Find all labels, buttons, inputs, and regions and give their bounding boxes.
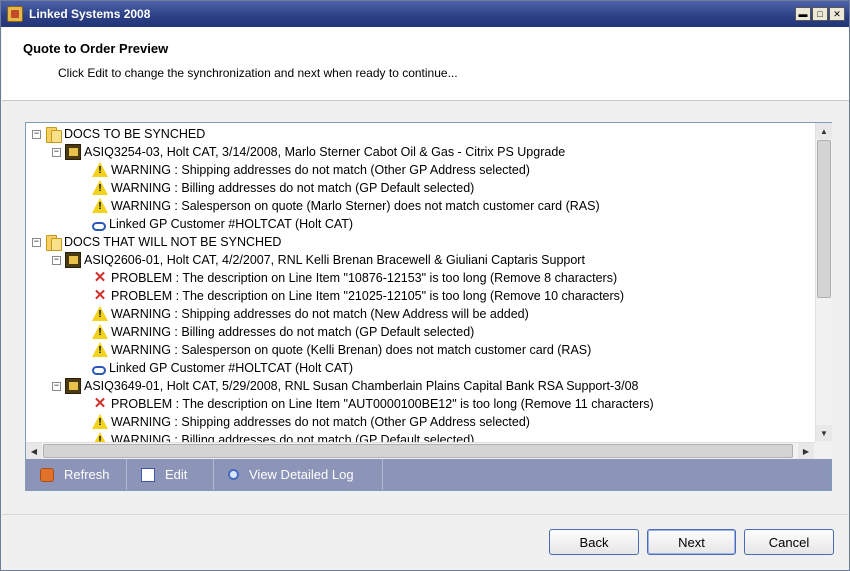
edit-button[interactable]: Edit <box>127 459 214 490</box>
view-log-label: View Detailed Log <box>249 467 354 482</box>
document-icon <box>65 144 81 160</box>
vertical-scroll-thumb[interactable] <box>817 140 831 298</box>
window-controls: ▬ □ ✕ <box>795 7 845 21</box>
warning-icon: ! <box>92 342 108 358</box>
sync-tree[interactable]: − DOCS TO BE SYNCHED − ASIQ3254-03, Holt CA… <box>26 123 815 442</box>
app-window: Linked Systems 2008 ▬ □ ✕ Quote to Order… <box>0 0 850 571</box>
maximize-button[interactable]: □ <box>812 7 828 21</box>
refresh-icon <box>40 467 54 482</box>
tree-node[interactable]: ✕ PROBLEM : The description on Line Item … <box>92 269 617 287</box>
collapse-toggle-icon[interactable]: − <box>52 255 61 265</box>
scroll-right-icon[interactable]: ▶ <box>798 443 814 459</box>
window-title: Linked Systems 2008 <box>29 7 151 21</box>
minimize-button[interactable]: ▬ <box>795 7 811 21</box>
document-icon <box>65 378 81 394</box>
tree-node[interactable]: ✕ PROBLEM : The description on Line Item … <box>92 395 654 413</box>
folder-icon <box>45 234 62 251</box>
scroll-up-icon[interactable]: ▲ <box>816 123 832 139</box>
page-title: Quote to Order Preview <box>23 41 169 56</box>
scrollbar-corner <box>815 442 832 459</box>
tree-node-label: WARNING : Salesperson on quote (Marlo St… <box>111 199 600 213</box>
tree-node[interactable]: ! WARNING : Billing addresses do not matc… <box>92 323 474 341</box>
close-button[interactable]: ✕ <box>829 7 845 21</box>
error-x-icon: ✕ <box>93 287 107 304</box>
tree-node-label: PROBLEM : The description on Line Item "… <box>111 271 618 285</box>
error-x-icon: ✕ <box>93 395 107 412</box>
footer-divider <box>2 514 849 515</box>
tree-node-label: ASIQ2606-01, Holt CAT, 4/2/2007, RNL Kel… <box>84 253 585 267</box>
tree-node[interactable]: ! WARNING : Salesperson on quote (Kelli B… <box>92 341 591 359</box>
back-button[interactable]: Back <box>549 529 639 555</box>
warning-icon: ! <box>92 180 108 196</box>
tree-node-label: DOCS TO BE SYNCHED <box>64 127 206 141</box>
preview-panel: − DOCS TO BE SYNCHED − ASIQ3254-03, Holt CA… <box>25 122 832 491</box>
refresh-button[interactable]: Refresh <box>26 459 127 490</box>
next-button[interactable]: Next <box>647 529 736 555</box>
tree-node[interactable]: Linked GP Customer #HOLTCAT (Holt CAT) <box>92 215 353 233</box>
scroll-left-icon[interactable]: ◀ <box>26 443 42 459</box>
tree-node-label: WARNING : Shipping addresses do not matc… <box>111 415 530 429</box>
tree-node[interactable]: − ASIQ2606-01, Holt CAT, 4/2/2007, RNL Ke… <box>52 251 585 269</box>
page-subtitle: Click Edit to change the synchronization… <box>58 66 458 80</box>
app-icon <box>7 6 23 22</box>
title-bar[interactable]: Linked Systems 2008 ▬ □ ✕ <box>1 1 849 27</box>
tree-node-label: WARNING : Billing addresses do not match… <box>111 325 475 339</box>
tree-node-label: WARNING : Billing addresses do not match… <box>111 181 475 195</box>
tree-node[interactable]: − DOCS TO BE SYNCHED <box>32 125 205 143</box>
tree-node-label: Linked GP Customer #HOLTCAT (Holt CAT) <box>109 217 354 231</box>
tree-node[interactable]: − ASIQ3649-01, Holt CAT, 5/29/2008, RNL S… <box>52 377 638 395</box>
warning-icon: ! <box>92 432 108 442</box>
wizard-header: Quote to Order Preview Click Edit to cha… <box>2 27 849 101</box>
tree-node[interactable]: ! WARNING : Salesperson on quote (Marlo S… <box>92 197 600 215</box>
scroll-down-icon[interactable]: ▼ <box>816 425 832 441</box>
tree-node[interactable]: ! WARNING : Billing addresses do not matc… <box>92 179 474 197</box>
collapse-toggle-icon[interactable]: − <box>52 381 61 391</box>
error-x-icon: ✕ <box>93 269 107 286</box>
tree-node-label: WARNING : Shipping addresses do not matc… <box>111 163 530 177</box>
link-icon <box>92 221 106 231</box>
edit-icon <box>141 467 155 482</box>
tree-node[interactable]: Linked GP Customer #HOLTCAT (Holt CAT) <box>92 359 353 377</box>
document-icon <box>65 252 81 268</box>
horizontal-scrollbar[interactable]: ◀ ▶ <box>26 442 815 459</box>
refresh-label: Refresh <box>64 467 110 482</box>
tree-toolbar: Refresh Edit View Detailed Log <box>26 459 831 490</box>
tree-node[interactable]: ! WARNING : Billing addresses do not matc… <box>92 431 474 442</box>
warning-icon: ! <box>92 198 108 214</box>
collapse-toggle-icon[interactable]: − <box>32 129 41 139</box>
tree-node-label: WARNING : Shipping addresses do not matc… <box>111 307 529 321</box>
tree-node-label: ASIQ3649-01, Holt CAT, 5/29/2008, RNL Su… <box>84 379 639 393</box>
warning-icon: ! <box>92 306 108 322</box>
tree-node[interactable]: ! WARNING : Shipping addresses do not mat… <box>92 413 530 431</box>
tree-node-label: WARNING : Salesperson on quote (Kelli Br… <box>111 343 592 357</box>
view-log-button[interactable]: View Detailed Log <box>214 459 383 490</box>
tree-node[interactable]: ! WARNING : Shipping addresses do not mat… <box>92 161 530 179</box>
magnifier-icon <box>228 469 239 480</box>
horizontal-scroll-thumb[interactable] <box>43 444 793 458</box>
folder-icon <box>45 126 62 143</box>
tree-node-label: Linked GP Customer #HOLTCAT (Holt CAT) <box>109 361 354 375</box>
warning-icon: ! <box>92 162 108 178</box>
tree-node-label: DOCS THAT WILL NOT BE SYNCHED <box>64 235 282 249</box>
tree-node-label: WARNING : Billing addresses do not match… <box>111 433 475 442</box>
warning-icon: ! <box>92 414 108 430</box>
vertical-scrollbar[interactable]: ▲ ▼ <box>815 123 832 442</box>
tree-node[interactable]: ! WARNING : Shipping addresses do not mat… <box>92 305 529 323</box>
tree-node-label: ASIQ3254-03, Holt CAT, 3/14/2008, Marlo … <box>84 145 566 159</box>
collapse-toggle-icon[interactable]: − <box>52 147 61 157</box>
collapse-toggle-icon[interactable]: − <box>32 237 41 247</box>
tree-node[interactable]: − ASIQ3254-03, Holt CAT, 3/14/2008, Marlo… <box>52 143 565 161</box>
cancel-button[interactable]: Cancel <box>744 529 834 555</box>
warning-icon: ! <box>92 324 108 340</box>
link-icon <box>92 365 106 375</box>
tree-node[interactable]: − DOCS THAT WILL NOT BE SYNCHED <box>32 233 281 251</box>
tree-node-label: PROBLEM : The description on Line Item "… <box>111 397 654 411</box>
tree-node-label: PROBLEM : The description on Line Item "… <box>111 289 625 303</box>
edit-label: Edit <box>165 467 188 482</box>
tree-node[interactable]: ✕ PROBLEM : The description on Line Item … <box>92 287 624 305</box>
